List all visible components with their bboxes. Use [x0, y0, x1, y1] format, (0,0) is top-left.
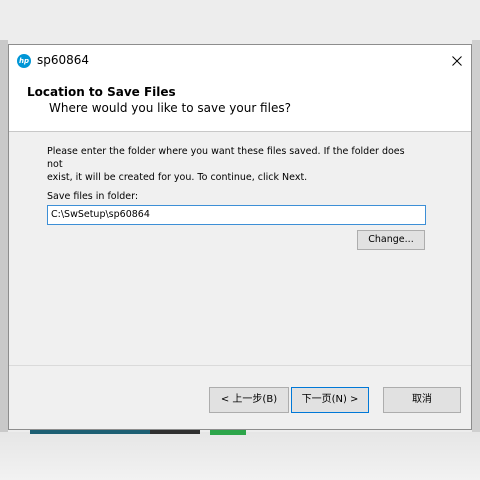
- next-button[interactable]: 下一页(N) >: [291, 387, 369, 413]
- close-button[interactable]: [443, 47, 471, 75]
- cancel-button[interactable]: 取消: [383, 387, 461, 413]
- footer-divider: [9, 365, 471, 366]
- window-title: sp60864: [37, 53, 90, 67]
- background-left: [0, 40, 8, 432]
- page-title: Location to Save Files: [27, 85, 176, 99]
- folder-label: Save files in folder:: [47, 191, 139, 202]
- taskbar-indicator: [210, 430, 246, 435]
- folder-path-input[interactable]: C:\SwSetup\sp60864: [47, 205, 426, 225]
- instructions-text: Please enter the folder where you want t…: [47, 145, 417, 184]
- header-divider: [9, 131, 471, 132]
- close-icon: [452, 56, 462, 66]
- instructions-line: Please enter the folder where you want t…: [47, 146, 405, 170]
- change-button[interactable]: Change...: [357, 230, 425, 250]
- background-bottom: [0, 432, 480, 480]
- hp-logo-icon: hp: [17, 54, 31, 68]
- wizard-header: Location to Save Files Where would you l…: [9, 77, 471, 131]
- instructions-line: exist, it will be created for you. To co…: [47, 172, 308, 183]
- page-subtitle: Where would you like to save your files?: [49, 101, 291, 115]
- title-bar: hp sp60864: [9, 45, 471, 77]
- background-right: [472, 40, 480, 432]
- installer-window: hp sp60864 Location to Save Files Where …: [8, 44, 472, 430]
- back-button[interactable]: < 上一步(B): [209, 387, 289, 413]
